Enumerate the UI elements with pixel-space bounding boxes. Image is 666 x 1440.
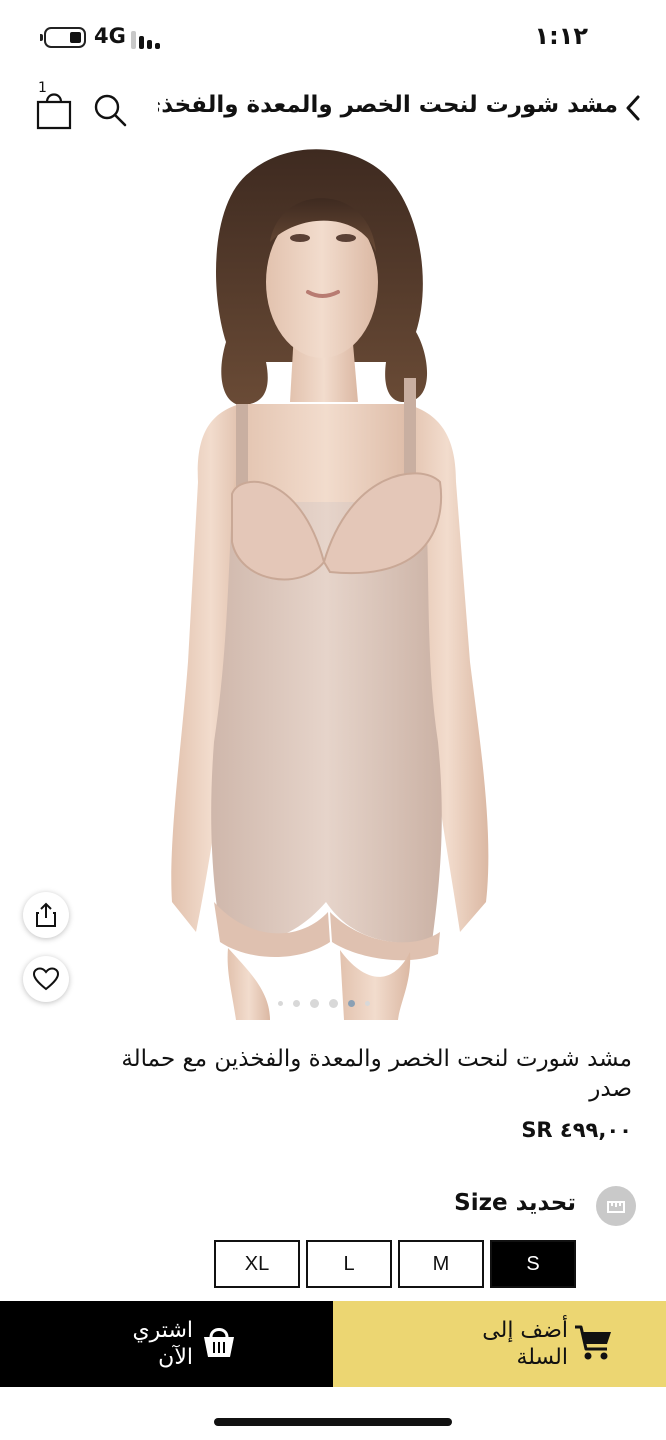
shopping-cart-icon bbox=[573, 1323, 613, 1363]
size-option-l[interactable]: L bbox=[306, 1240, 392, 1288]
app-header: 1 مشد شورت لنحت الخصر والمعدة والفخذي... bbox=[0, 76, 666, 142]
size-options: XL L M S bbox=[214, 1240, 576, 1288]
gallery-dot[interactable] bbox=[329, 998, 338, 1008]
page-title: مشد شورت لنحت الخصر والمعدة والفخذي... bbox=[158, 92, 618, 118]
add-to-cart-button[interactable]: أضف إلى السلة bbox=[333, 1301, 666, 1387]
back-arrow-icon[interactable] bbox=[622, 94, 646, 122]
size-label: تحديد Size bbox=[454, 1190, 576, 1216]
size-chart-icon[interactable] bbox=[596, 1186, 636, 1226]
cart-count-badge: 1 bbox=[38, 80, 47, 96]
product-title: مشد شورت لنحت الخصر والمعدة والفخذين مع … bbox=[121, 1046, 632, 1102]
product-image-gallery[interactable] bbox=[0, 142, 666, 1020]
home-indicator bbox=[214, 1418, 452, 1426]
product-photo bbox=[171, 149, 489, 1020]
gallery-dot[interactable] bbox=[348, 999, 355, 1007]
network-type: 4G bbox=[94, 24, 126, 48]
size-option-m[interactable]: M bbox=[398, 1240, 484, 1288]
clock: ١:١٢ bbox=[534, 22, 588, 50]
shopping-bag-icon bbox=[202, 1323, 236, 1359]
size-option-s[interactable]: S bbox=[490, 1240, 576, 1288]
buy-now-label: اشتري الآن bbox=[132, 1318, 193, 1370]
signal-icon bbox=[131, 27, 163, 49]
status-bar: 4G ١:١٢ bbox=[0, 0, 666, 76]
share-button[interactable] bbox=[23, 892, 69, 938]
wishlist-button[interactable] bbox=[23, 956, 69, 1002]
heart-icon bbox=[32, 967, 60, 991]
product-price: ٤٩٩,٠٠ SR bbox=[521, 1118, 632, 1142]
share-icon bbox=[36, 902, 56, 927]
gallery-dot[interactable] bbox=[310, 998, 319, 1008]
gallery-dot[interactable] bbox=[365, 1000, 370, 1006]
gallery-pagination[interactable] bbox=[278, 998, 388, 1008]
buy-now-button[interactable]: اشتري الآن bbox=[0, 1301, 333, 1387]
gallery-dot[interactable] bbox=[293, 999, 300, 1007]
add-to-cart-label: أضف إلى السلة bbox=[482, 1318, 568, 1370]
gallery-dot[interactable] bbox=[278, 1000, 283, 1006]
search-icon[interactable] bbox=[92, 92, 128, 128]
battery-icon bbox=[44, 27, 86, 48]
bottom-action-bar: اشتري الآن أضف إلى السلة bbox=[0, 1301, 666, 1387]
size-option-xl[interactable]: XL bbox=[214, 1240, 300, 1288]
size-selector-header: تحديد Size bbox=[216, 1186, 636, 1226]
